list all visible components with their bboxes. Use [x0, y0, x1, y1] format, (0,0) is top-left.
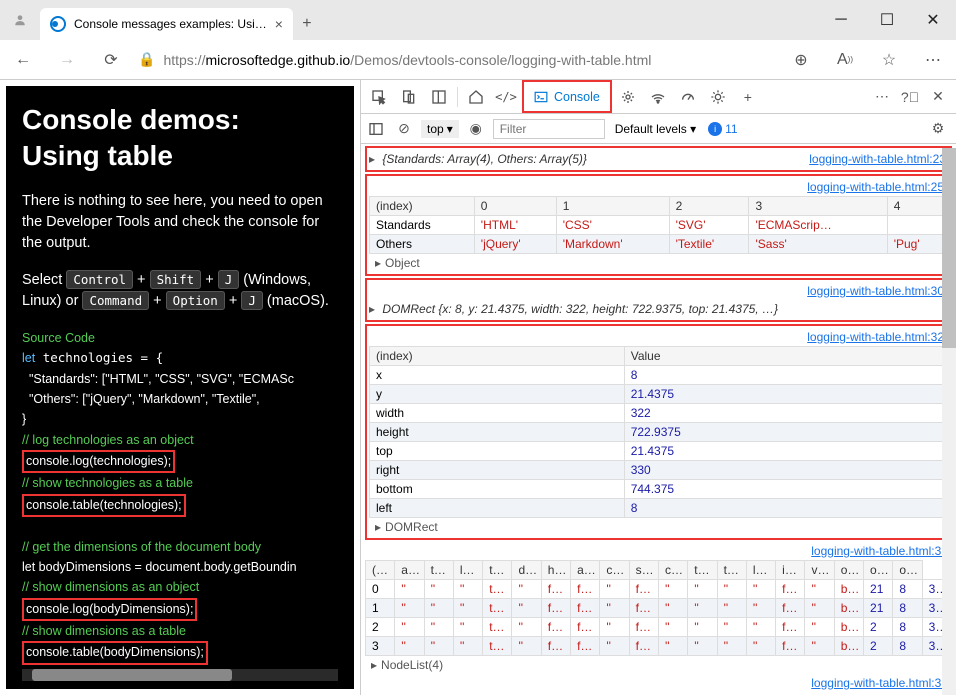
new-tab-button[interactable]: + [293, 10, 321, 38]
context-selector[interactable]: top ▾ [421, 120, 459, 138]
key-command: Command [82, 291, 149, 310]
log-levels-selector[interactable]: Default levels ▾ [615, 122, 696, 136]
url-field[interactable]: 🔒 https://microsoftedge.github.io/Demos/… [138, 51, 774, 68]
console-table: (index)Value x8y21.4375width322height722… [369, 346, 948, 518]
log-entry-object-1: ▸ {Standards: Array(4), Others: Array(5)… [365, 146, 952, 172]
elements-tab-icon[interactable]: </> [492, 83, 520, 111]
help-icon[interactable]: ?⃝ [896, 83, 924, 111]
source-link[interactable]: logging-with-table.html:32 [807, 330, 944, 344]
source-link[interactable]: logging-with-table.html:37 [811, 544, 948, 558]
expand-caret-icon[interactable]: ▸ [369, 302, 375, 316]
console-table: (index)01234 Standards'HTML''CSS''SVG''E… [369, 196, 948, 254]
source-link[interactable]: logging-with-table.html:30 [807, 284, 944, 298]
inspect-icon[interactable] [365, 83, 393, 111]
app-icon[interactable]: ⊕ [784, 43, 818, 77]
highlighted-log-dims: console.log(bodyDimensions); [22, 598, 197, 621]
more-tabs-icon[interactable]: + [734, 83, 762, 111]
devtools-close-icon[interactable]: ✕ [924, 83, 952, 111]
console-settings-icon[interactable]: ⚙ [924, 115, 952, 143]
expand-caret-icon[interactable]: ▸ [375, 256, 381, 270]
network-icon[interactable] [644, 83, 672, 111]
device-icon[interactable] [395, 83, 423, 111]
source-link[interactable]: logging-with-table.html:25 [807, 180, 944, 194]
source-link[interactable]: logging-with-table.html:23 [809, 152, 946, 166]
page-viewport: Console demos:Using table There is nothi… [0, 80, 360, 695]
minimize-button[interactable]: ─ [818, 4, 864, 36]
highlighted-log-call: console.log(technologies); [22, 450, 175, 473]
key-option: Option [166, 291, 225, 310]
console-output[interactable]: ▸ {Standards: Array(4), Others: Array(5)… [361, 144, 956, 695]
demo-page: Console demos:Using table There is nothi… [6, 86, 354, 689]
back-button[interactable]: ← [6, 43, 40, 77]
sidebar-toggle-icon[interactable] [365, 115, 387, 143]
window-titlebar: Console messages examples: Usi… × + ─ ☐ … [0, 0, 956, 40]
profile-icon[interactable] [0, 0, 40, 40]
browser-tab[interactable]: Console messages examples: Usi… × [40, 8, 293, 40]
shortcut-text: Select Control + Shift + J (Windows, Lin… [22, 270, 338, 312]
address-bar: ← → ⟳ 🔒 https://microsoftedge.github.io/… [0, 40, 956, 80]
key-j2: J [241, 291, 263, 310]
expand-caret-icon[interactable]: ▸ [371, 658, 377, 672]
highlighted-table-dims: console.table(bodyDimensions); [22, 641, 208, 664]
source-link[interactable]: logging-with-table.html:39 [811, 676, 948, 690]
devtools-toolbar: </> Console + ⋯ ?⃝ ✕ [361, 80, 956, 114]
issues-badge[interactable]: i11 [708, 122, 737, 136]
expand-caret-icon[interactable]: ▸ [375, 520, 381, 534]
tab-title: Console messages examples: Usi… [74, 17, 267, 31]
console-tab[interactable]: Console [522, 80, 612, 113]
read-aloud-icon[interactable]: A)) [828, 43, 862, 77]
favorites-icon[interactable]: ☆ [872, 43, 906, 77]
console-filter-bar: ⊘ top ▾ ◉ Default levels ▾ i11 ⚙ [361, 114, 956, 144]
source-code: Source Code let technologies = { "Standa… [22, 328, 338, 665]
log-entry-table-2: logging-with-table.html:32 (index)Value … [365, 324, 952, 540]
window-controls: ─ ☐ ✕ [818, 4, 956, 36]
clear-console-icon[interactable]: ⊘ [393, 115, 415, 143]
highlighted-table-call: console.table(technologies); [22, 494, 186, 517]
key-shift: Shift [150, 270, 202, 289]
horizontal-scrollbar[interactable] [22, 669, 338, 681]
filter-input[interactable] [493, 119, 605, 139]
intro-text: There is nothing to see here, you need t… [22, 191, 338, 254]
console-table: (…a…t…l…t…d…h…a…c…s…c…t…t…l…i…v…o…o…o… 0… [365, 560, 952, 656]
welcome-tab-icon[interactable] [462, 83, 490, 111]
devtools-panel: </> Console + ⋯ ?⃝ ✕ ⊘ top ▾ ◉ Default l… [360, 80, 956, 695]
vertical-scrollbar[interactable] [942, 148, 956, 695]
tab-close-icon[interactable]: × [275, 16, 283, 32]
log-entry-object-2: logging-with-table.html:30 ▸ DOMRect {x:… [365, 278, 952, 322]
maximize-button[interactable]: ☐ [864, 4, 910, 36]
key-control: Control [66, 270, 133, 289]
log-entry-table-1: logging-with-table.html:25 (index)01234 … [365, 174, 952, 276]
key-j: J [218, 270, 240, 289]
expand-caret-icon[interactable]: ▸ [369, 152, 375, 166]
sources-icon[interactable] [614, 83, 642, 111]
devtools-more-icon[interactable]: ⋯ [868, 83, 896, 111]
performance-icon[interactable] [674, 83, 702, 111]
lock-icon: 🔒 [138, 51, 155, 68]
forward-button: → [50, 43, 84, 77]
page-title: Console demos:Using table [22, 102, 338, 175]
memory-icon[interactable] [704, 83, 732, 111]
chevron-down-icon: ▾ [447, 122, 453, 136]
refresh-button[interactable]: ⟳ [94, 43, 128, 77]
live-expression-icon[interactable]: ◉ [465, 115, 487, 143]
edge-favicon [50, 16, 66, 32]
close-window-button[interactable]: ✕ [910, 4, 956, 36]
more-icon[interactable]: ⋯ [916, 43, 950, 77]
dock-icon[interactable] [425, 83, 453, 111]
